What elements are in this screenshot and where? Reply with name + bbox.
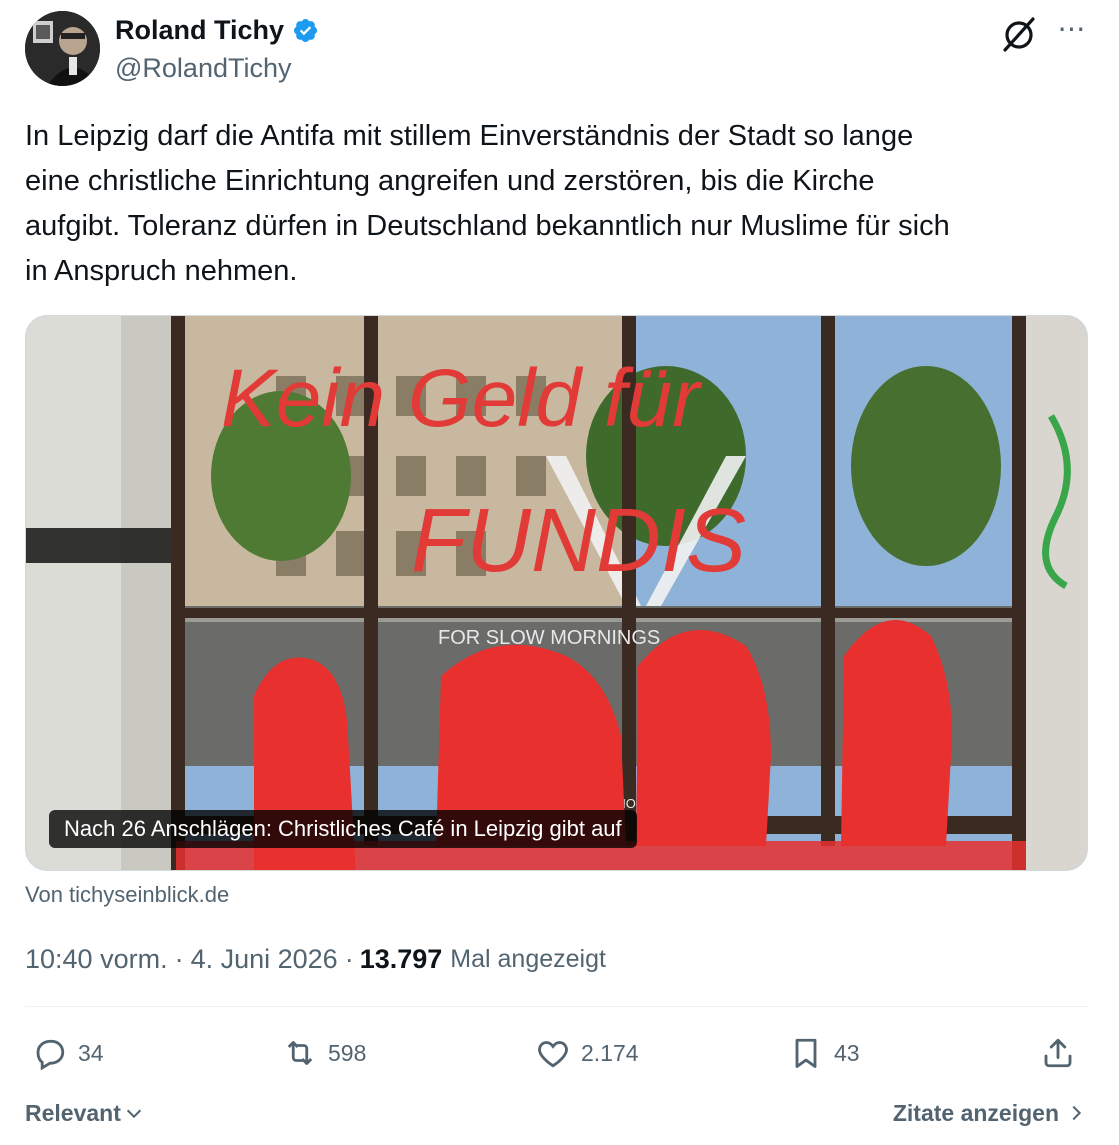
bookmark-count: 43 — [834, 1039, 860, 1066]
share-button[interactable] — [1040, 1031, 1086, 1075]
avatar[interactable] — [25, 11, 100, 86]
graffiti-line-1: Kein Geld für — [221, 353, 703, 444]
view-quotes-link[interactable]: Zitate anzeigen — [893, 1096, 1087, 1130]
media-image: FOR SLOW MORNINGS @STAYBLEIBDOCHNOCH Kei… — [26, 316, 1087, 870]
sort-replies-dropdown[interactable]: Relevant — [25, 1096, 145, 1130]
verified-badge-icon — [294, 18, 318, 42]
repost-icon — [287, 1041, 313, 1065]
avatar-image — [25, 11, 100, 86]
author-name[interactable]: Roland Tichy — [115, 12, 284, 48]
divider — [25, 1006, 1088, 1007]
meta-separator: · — [174, 944, 184, 974]
author-handle[interactable]: @RolandTichy — [115, 51, 291, 85]
card-caption: Nach 26 Anschlägen: Christliches Café in… — [49, 810, 637, 848]
tweet-text: In Leipzig darf die Antifa mit stillem E… — [25, 120, 950, 287]
chevron-down-icon — [126, 1109, 142, 1119]
views-count: 13.797 — [359, 944, 443, 974]
tweet-meta: 10:40 vorm. · 4. Juni 2026 · 13.797 Mal … — [25, 942, 606, 976]
media-card[interactable]: FOR SLOW MORNINGS @STAYBLEIBDOCHNOCH Kei… — [25, 315, 1088, 871]
views-label: Mal angezeigt — [450, 945, 606, 973]
like-button[interactable]: 2.174 — [535, 1031, 639, 1075]
reply-button[interactable]: 34 — [32, 1031, 104, 1075]
bookmark-icon — [795, 1038, 817, 1068]
meta-separator: · — [344, 944, 354, 974]
more-icon[interactable]: ⋯ — [1052, 14, 1092, 50]
like-count: 2.174 — [581, 1039, 639, 1066]
card-source[interactable]: Von tichyseinblick.de — [25, 880, 229, 910]
quotes-label: Zitate anzeigen — [892, 1100, 1059, 1126]
repost-button[interactable]: 598 — [282, 1031, 366, 1075]
author-name-row[interactable]: Roland Tichy — [115, 12, 319, 48]
tweet-time[interactable]: 10:40 vorm. — [25, 942, 168, 976]
repost-count: 598 — [328, 1039, 367, 1066]
bookmark-button[interactable]: 43 — [788, 1031, 860, 1075]
graffiti-line-2: FUNDIS — [411, 491, 746, 591]
reply-count: 34 — [78, 1039, 104, 1066]
reply-icon — [36, 1039, 65, 1071]
chevron-right-icon — [1072, 1105, 1082, 1121]
sort-label: Relevant — [25, 1100, 121, 1126]
tweet-date[interactable]: 4. Juni 2026 — [191, 942, 338, 976]
svg-text:FOR SLOW MORNINGS: FOR SLOW MORNINGS — [438, 627, 660, 649]
like-icon — [538, 1041, 568, 1068]
share-icon — [1044, 1038, 1072, 1068]
grok-icon[interactable] — [999, 14, 1039, 54]
